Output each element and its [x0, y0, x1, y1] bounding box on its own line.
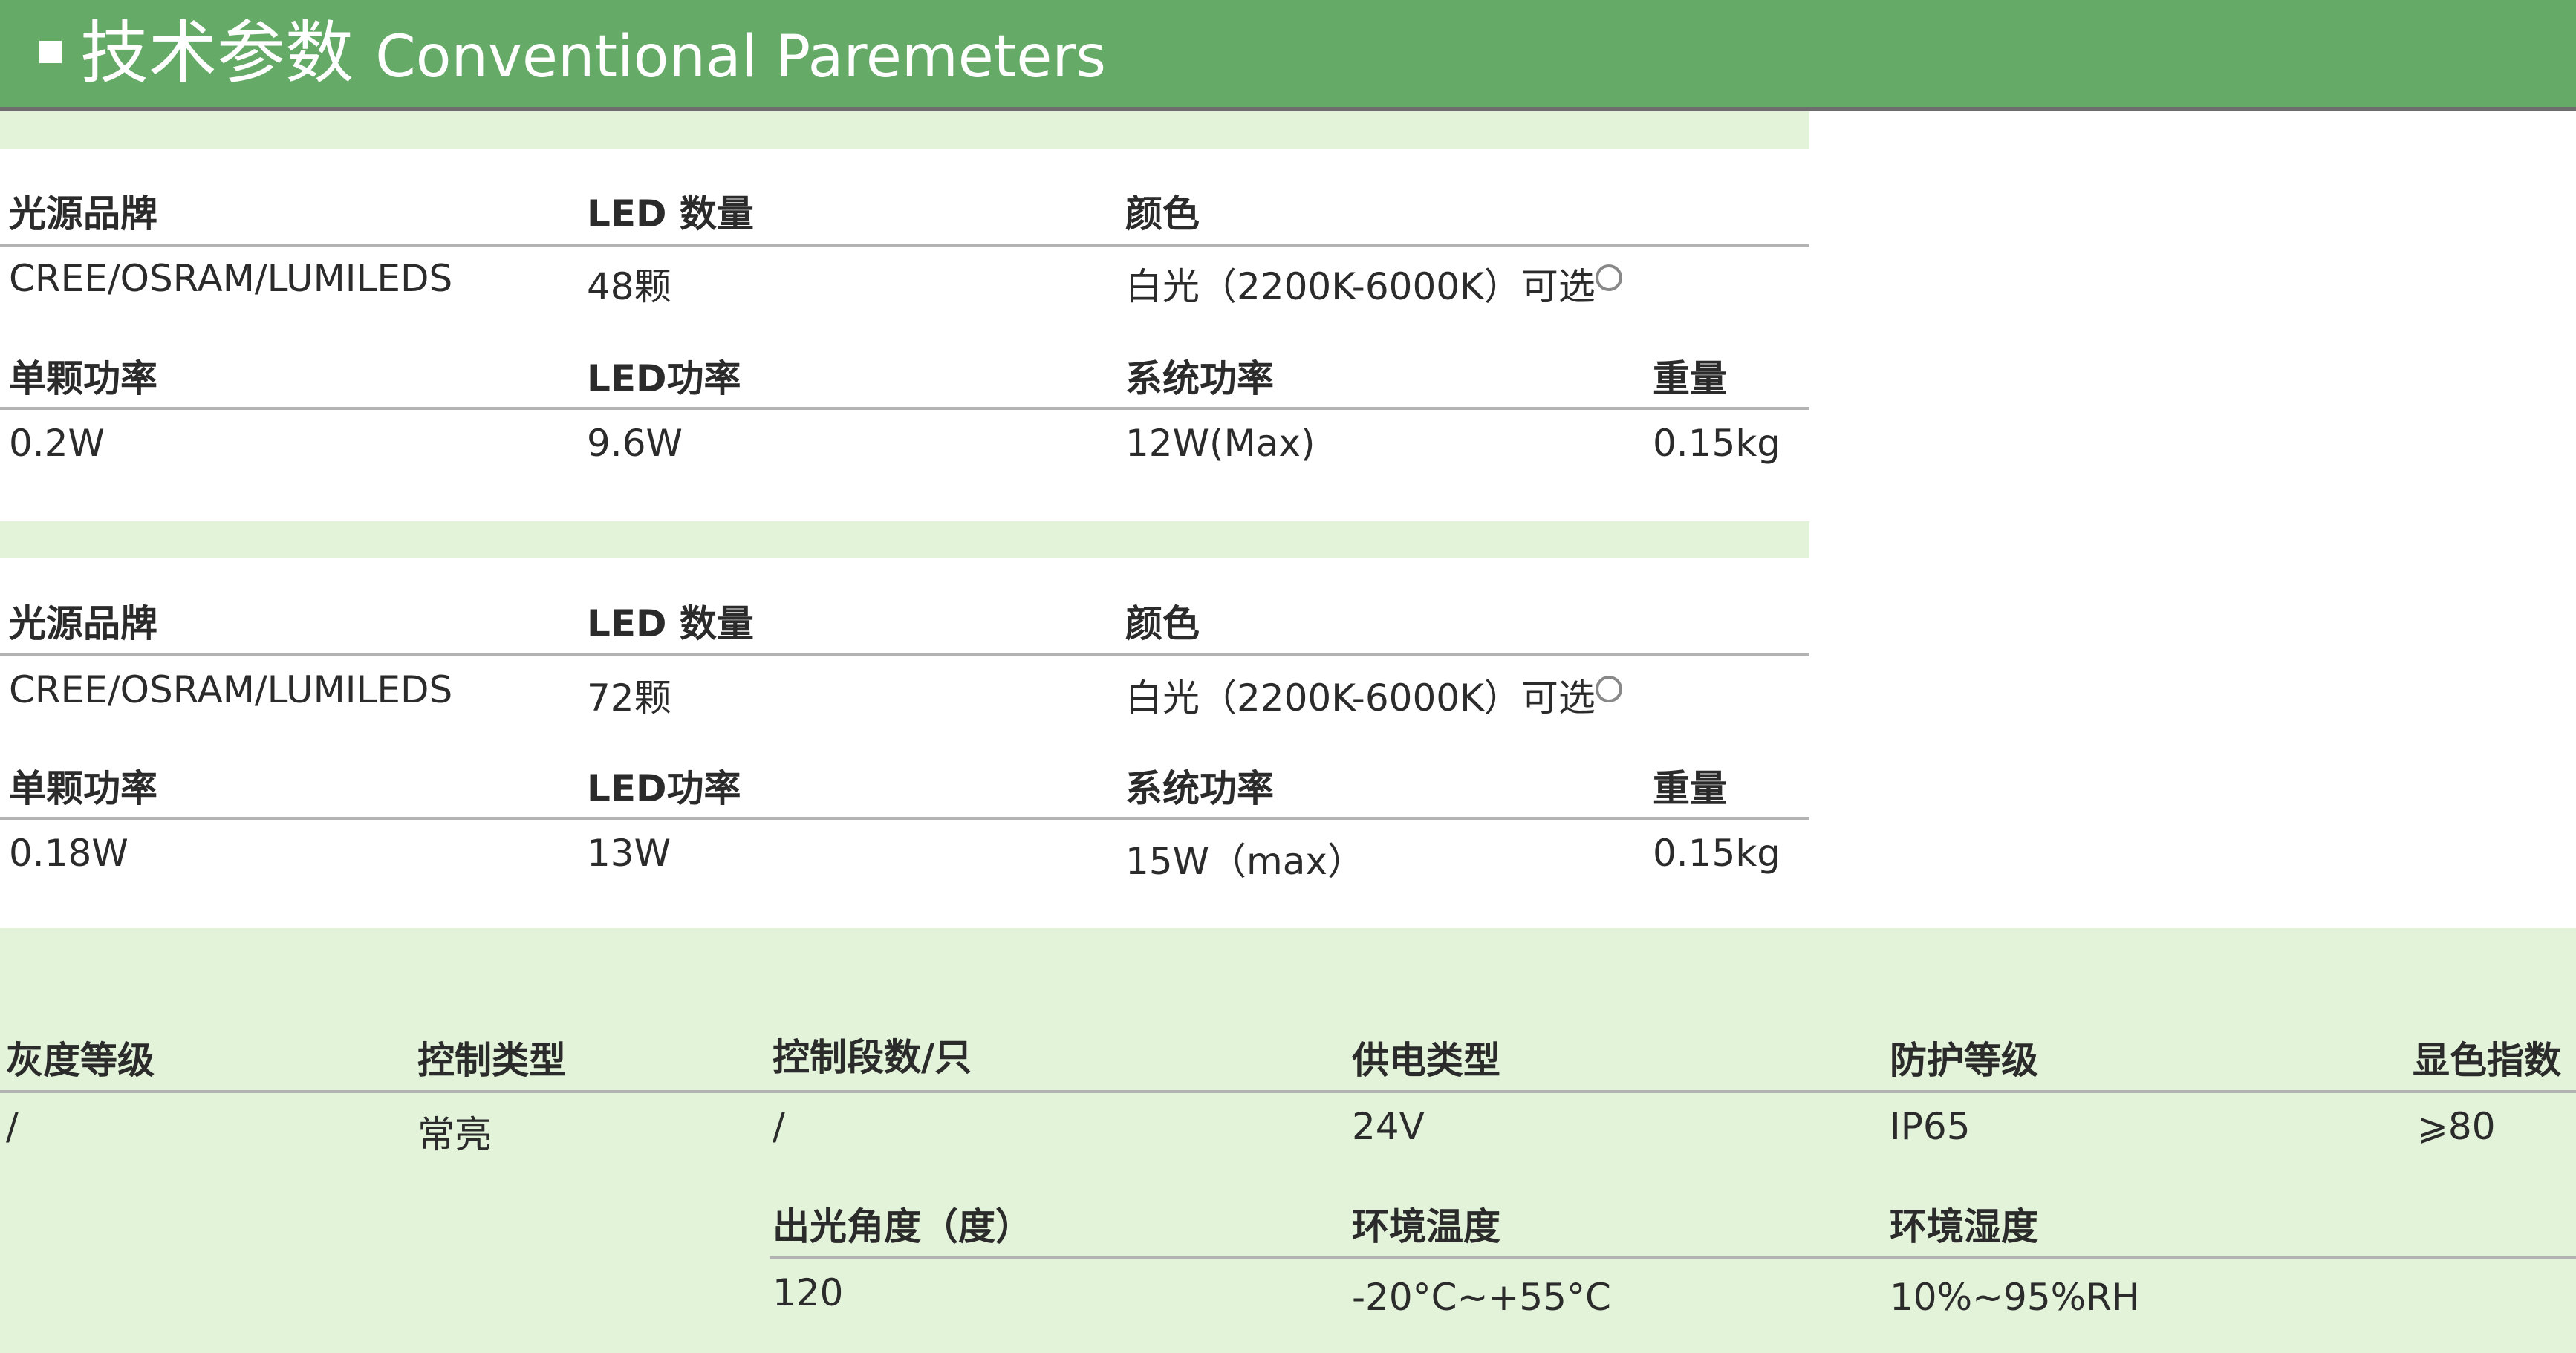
t2-color-option-radio[interactable] [1596, 676, 1622, 702]
square-bullet-icon [39, 41, 62, 63]
t2-label-led-power: LED功率 [587, 767, 741, 810]
bt-label-gray-level: 灰度等级 [6, 1039, 155, 1082]
t2-label-brand: 光源品牌 [9, 602, 157, 645]
t2-value-brand: CREE/OSRAM/LUMILEDS [9, 668, 453, 711]
bt-value-ambient-temp: -20°C~+55°C [1352, 1276, 1611, 1319]
bt-row2-divider [770, 1256, 2576, 1259]
bt-label-control-type: 控制类型 [417, 1039, 566, 1082]
t2-row1-divider [0, 653, 1809, 656]
t1-label-brand: 光源品牌 [9, 192, 157, 235]
bt-label-ambient-temp: 环境温度 [1352, 1205, 1500, 1248]
t1-label-led-power: LED功率 [587, 357, 741, 400]
title-english: Conventional Paremeters [375, 24, 1107, 91]
bottom-table-background [0, 928, 2576, 1353]
t2-label-system-power: 系统功率 [1125, 767, 1274, 810]
bt-value-control-segments: / [773, 1105, 785, 1148]
t2-value-system-power: 15W（max） [1125, 840, 1365, 883]
t1-value-weight: 0.15kg [1653, 422, 1781, 465]
table2-top-band [0, 521, 1809, 558]
t1-label-led-count: LED 数量 [587, 192, 754, 235]
bt-label-power-supply: 供电类型 [1352, 1039, 1500, 1082]
t2-value-color: 白光（2200K-6000K）可选 [1125, 676, 1596, 720]
t1-label-system-power: 系统功率 [1125, 357, 1274, 400]
t1-value-led-count: 48颗 [587, 265, 671, 308]
bt-label-beam-angle: 出光角度（度） [773, 1205, 1032, 1248]
t2-value-single-power: 0.18W [9, 832, 129, 875]
t1-color-option-radio[interactable] [1596, 264, 1622, 291]
t2-value-led-power: 13W [587, 832, 671, 875]
bt-row1-divider [0, 1090, 2576, 1093]
bt-value-gray-level: / [6, 1105, 19, 1148]
bt-value-ambient-humidity: 10%~95%RH [1890, 1276, 2140, 1319]
bt-value-power-supply: 24V [1352, 1105, 1425, 1148]
t2-value-weight: 0.15kg [1653, 832, 1781, 875]
bt-label-cri: 显色指数 [2413, 1039, 2561, 1082]
t2-value-led-count: 72颗 [587, 676, 671, 720]
title-chinese: 技术参数 [80, 13, 354, 93]
t2-row2-divider [0, 817, 1809, 820]
t1-row1-divider [0, 244, 1809, 247]
bt-value-cri: ⩾80 [2417, 1105, 2496, 1148]
bt-label-ambient-humidity: 环境湿度 [1890, 1205, 2038, 1248]
bt-value-control-type: 常亮 [417, 1113, 492, 1156]
bt-value-beam-angle: 120 [773, 1271, 844, 1314]
t2-label-color: 颜色 [1125, 602, 1200, 645]
t1-row2-divider [0, 407, 1809, 410]
t1-label-single-power: 单颗功率 [9, 357, 157, 400]
t1-value-led-power: 9.6W [587, 422, 683, 465]
bt-label-control-segments: 控制段数/只 [773, 1036, 972, 1079]
bt-value-protection: IP65 [1890, 1105, 1971, 1148]
t1-value-color: 白光（2200K-6000K）可选 [1125, 265, 1596, 308]
t1-value-system-power: 12W(Max) [1125, 422, 1315, 465]
t1-label-color: 颜色 [1125, 192, 1200, 235]
t1-label-weight: 重量 [1653, 357, 1727, 400]
t2-label-weight: 重量 [1653, 767, 1727, 810]
t2-label-single-power: 单颗功率 [9, 767, 157, 810]
t1-value-single-power: 0.2W [9, 422, 105, 465]
table1-top-band [0, 111, 1809, 149]
t1-value-brand: CREE/OSRAM/LUMILEDS [9, 257, 453, 300]
section-title: 技术参数 Conventional Paremeters [80, 9, 1106, 98]
t2-label-led-count: LED 数量 [587, 602, 754, 645]
bt-label-protection: 防护等级 [1890, 1039, 2038, 1082]
